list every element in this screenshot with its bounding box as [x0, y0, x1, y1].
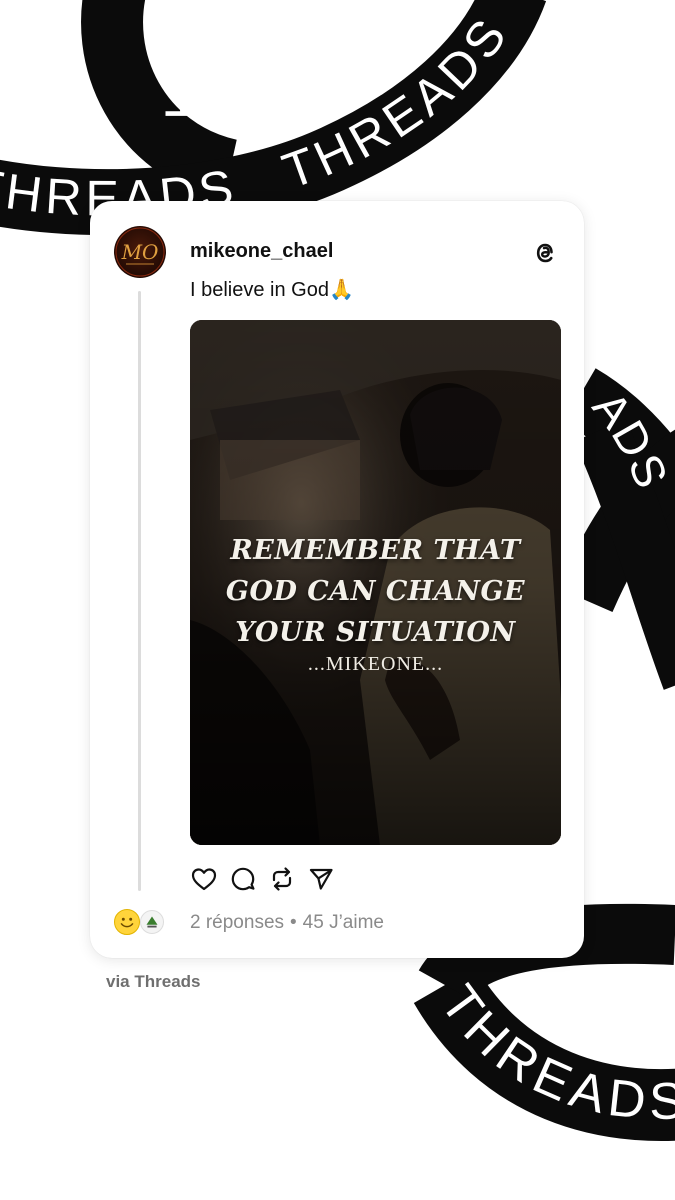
post-caption: I believe in God🙏 [190, 279, 354, 301]
heart-icon [191, 868, 217, 891]
reply-button[interactable] [229, 865, 257, 893]
svg-text:MO: MO [121, 240, 159, 264]
image-signature: ...MIKEONE... [307, 653, 444, 675]
post-image[interactable]: REMEMBER THAT GOD CAN CHANGE YOUR SITUAT… [190, 320, 561, 845]
quote-line: REMEMBER THAT [230, 535, 521, 566]
post-stats: 2 réponses • 45 J’aime [190, 912, 384, 934]
replier-avatar [140, 910, 164, 934]
quote-line: YOUR SITUATION [235, 617, 516, 648]
send-icon [309, 868, 333, 890]
like-button[interactable] [190, 865, 218, 893]
likes-count[interactable]: 45 J’aime [303, 912, 384, 933]
svg-text:THREADS: THREADS [276, 6, 520, 200]
post-card[interactable]: MO mikeone_chael I believe in God🙏 REMEM… [90, 201, 584, 958]
quote-line: GOD CAN CHANGE [225, 576, 526, 607]
image-quote: REMEMBER THAT GOD CAN CHANGE YOUR SITUAT… [190, 530, 561, 653]
repost-button[interactable] [268, 865, 296, 893]
threads-logo-icon[interactable] [530, 238, 560, 268]
replies-count[interactable]: 2 réponses [190, 912, 284, 933]
comment-icon [231, 867, 255, 891]
thread-line [138, 291, 141, 891]
stats-separator: • [290, 912, 297, 933]
via-threads-label: via Threads [106, 972, 201, 991]
svg-text:HREA: HREA [155, 0, 211, 120]
replier-avatar [114, 909, 140, 935]
author-username[interactable]: mikeone_chael [190, 240, 333, 263]
share-button[interactable] [307, 865, 335, 893]
svg-text:THREADS: THREADS [429, 975, 675, 1131]
author-avatar[interactable]: MO [114, 226, 166, 278]
reply-avatars [114, 909, 164, 937]
repost-icon [272, 867, 292, 891]
